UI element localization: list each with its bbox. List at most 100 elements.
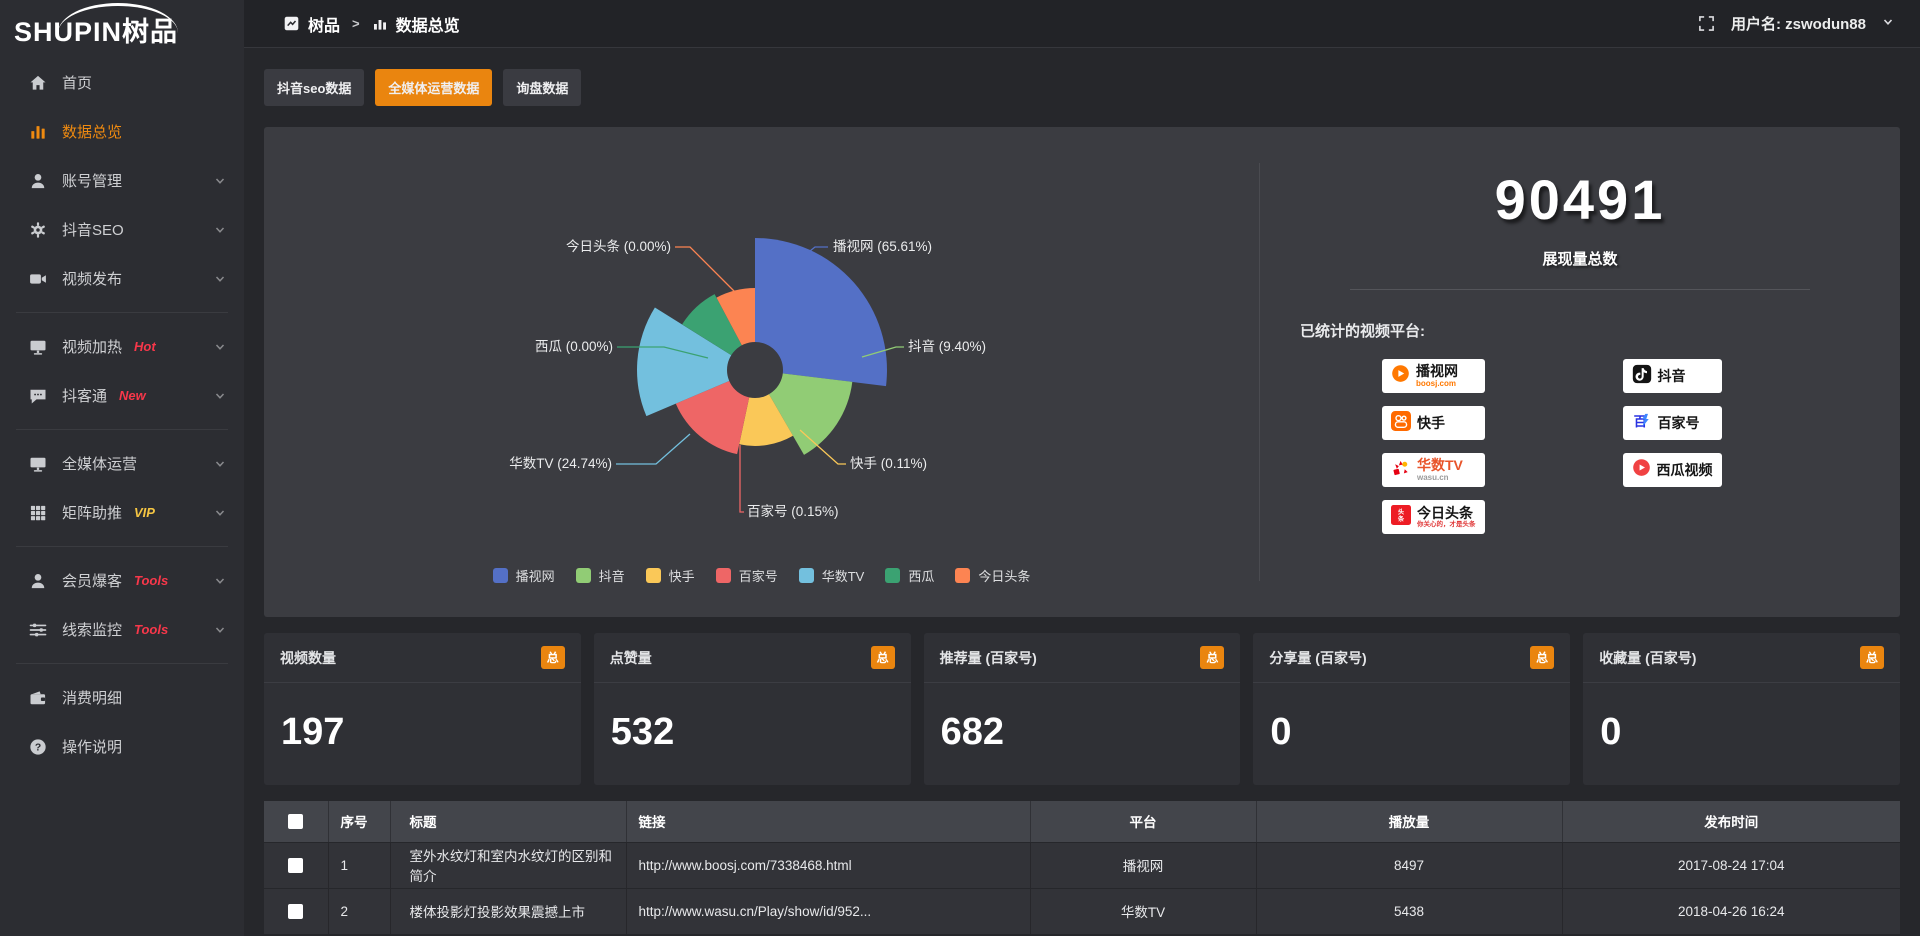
video-title-link[interactable]: 室外水纹灯和室内水纹灯的区别和简介: [390, 842, 626, 888]
table-row: 1室外水纹灯和室内水纹灯的区别和简介http://www.boosj.com/7…: [264, 842, 1900, 888]
sidebar-item-user[interactable]: 账号管理: [0, 156, 244, 205]
sliders-icon: [28, 620, 48, 640]
topbar: 树品 > 数据总览 用户名: zswodun88: [244, 0, 1920, 48]
row-checkbox[interactable]: [288, 858, 303, 873]
column-header-1: 序号: [328, 801, 390, 842]
boosj-logo-icon: [1391, 364, 1410, 388]
sidebar-item-bubble[interactable]: 抖客通New: [0, 371, 244, 420]
sidebar-item-screen[interactable]: 视频加热Hot: [0, 322, 244, 371]
sidebar-item-label: 操作说明: [62, 736, 122, 757]
video-title-link[interactable]: 楼体投影灯投影效果震撼上市: [390, 888, 626, 934]
tab-2[interactable]: 全媒体运营数据: [375, 69, 492, 106]
legend-item-华数TV[interactable]: 华数TV: [799, 566, 865, 585]
sidebar-divider: [16, 312, 228, 313]
table-header-row: 序号标题链接平台播放量发布时间: [264, 801, 1900, 842]
breadcrumb-current[interactable]: 数据总览: [396, 12, 460, 36]
chart-icon: [28, 122, 48, 142]
baijiahao-logo-icon: 百: [1632, 411, 1652, 436]
platform-name: 百家号: [1658, 416, 1700, 430]
stat-card-1: 视频数量总197: [264, 633, 581, 785]
total-badge: 总: [871, 646, 895, 669]
user-chevron-down-icon[interactable]: [1882, 15, 1894, 32]
column-header-3: 链接: [626, 801, 1030, 842]
sidebar: SHUPIN树品 首页数据总览账号管理抖音SEO 视频发布视频加热Hot抖客通Ne…: [0, 0, 244, 936]
stat-card-4: 分享量 (百家号)总0: [1253, 633, 1570, 785]
legend-item-抖音[interactable]: 抖音: [576, 566, 625, 585]
legend-item-百家号[interactable]: 百家号: [716, 566, 778, 585]
breadcrumb-root[interactable]: 树品: [308, 12, 340, 36]
sidebar-item-video[interactable]: 视频发布: [0, 254, 244, 303]
total-badge: 总: [541, 646, 565, 669]
chevron-down-icon: [214, 624, 226, 636]
legend-swatch: [493, 568, 508, 583]
chevron-down-icon: [214, 507, 226, 519]
platform-badge-text: 抖音: [1658, 369, 1686, 383]
platform-name: 播视网: [1416, 364, 1458, 378]
gear-icon: [28, 220, 48, 240]
chevron-down-icon: [214, 273, 226, 285]
fullscreen-icon[interactable]: [1698, 15, 1715, 32]
select-all-checkbox[interactable]: [288, 814, 303, 829]
platform-badge-douyin: 抖音: [1623, 359, 1722, 393]
wasu-logo-icon: [1391, 458, 1411, 483]
platforms-list-label: 已统计的视频平台:: [1300, 320, 1870, 341]
legend-swatch: [716, 568, 731, 583]
sidebar-item-label: 消费明细: [62, 687, 122, 708]
platform-badge-text: 今日头条你关心的，才是头条: [1417, 506, 1476, 529]
stat-card-value: 0: [1583, 683, 1900, 754]
sidebar-item-sliders[interactable]: 线索监控Tools: [0, 605, 244, 654]
video-url-link[interactable]: http://www.wasu.cn/Play/show/id/952...: [626, 888, 1030, 934]
stat-card-value: 532: [594, 683, 911, 754]
username[interactable]: 用户名: zswodun88: [1731, 13, 1866, 34]
pie-label: 播视网 (65.61%): [833, 239, 932, 254]
help-icon: ?: [28, 737, 48, 757]
svg-text:条: 条: [1398, 513, 1405, 522]
row-checkbox-cell: [264, 842, 328, 888]
svg-text:头: 头: [1398, 506, 1405, 515]
sidebar-divider: [16, 546, 228, 547]
stat-card-2: 点赞量总532: [594, 633, 911, 785]
pie-label-line: [616, 434, 690, 464]
video-url-link[interactable]: http://www.boosj.com/7338468.html: [626, 842, 1030, 888]
pie-label: 今日头条 (0.00%): [566, 238, 671, 254]
legend-item-快手[interactable]: 快手: [646, 566, 695, 585]
sidebar-item-label: 视频发布: [62, 268, 122, 289]
sidebar-item-chart[interactable]: 数据总览: [0, 107, 244, 156]
sidebar-item-monitor[interactable]: 全媒体运营: [0, 439, 244, 488]
row-checkbox-cell: [264, 888, 328, 934]
sidebar-item-home[interactable]: 首页: [0, 58, 244, 107]
sidebar-item-grid[interactable]: 矩阵助推VIP: [0, 488, 244, 537]
shupin-mini-icon: [283, 15, 300, 32]
sidebar-item-wallet[interactable]: 消费明细: [0, 673, 244, 722]
row-checkbox[interactable]: [288, 904, 303, 919]
sidebar-item-badge: Tools: [134, 573, 168, 588]
tab-3[interactable]: 询盘数据: [503, 69, 581, 106]
legend-label: 西瓜: [908, 566, 934, 585]
sidebar-item-badge: New: [119, 388, 146, 403]
cell-plays: 5438: [1256, 888, 1562, 934]
sidebar-item-member[interactable]: 会员爆客Tools: [0, 556, 244, 605]
total-impressions-label: 展现量总数: [1290, 248, 1870, 269]
legend-item-西瓜[interactable]: 西瓜: [885, 566, 934, 585]
rose-pie-chart: 播视网 (65.61%)抖音 (9.40%)快手 (0.11%)百家号 (0.1…: [264, 127, 1259, 562]
logo-arc: [58, 3, 178, 33]
chevron-down-icon: [214, 575, 226, 587]
platform-name: 抖音: [1658, 369, 1686, 383]
stat-card-3: 推荐量 (百家号)总682: [924, 633, 1241, 785]
tab-1[interactable]: 抖音seo数据: [264, 69, 364, 106]
sidebar-item-gear[interactable]: 抖音SEO: [0, 205, 244, 254]
total-badge: 总: [1530, 646, 1554, 669]
legend-item-今日头条[interactable]: 今日头条: [955, 566, 1030, 585]
grid-icon: [28, 503, 48, 523]
pie-label-line: [740, 445, 744, 512]
toutiao-logo-icon: 头条: [1391, 505, 1411, 530]
chevron-down-icon: [214, 458, 226, 470]
legend-item-播视网[interactable]: 播视网: [493, 566, 555, 585]
platform-subtitle: boosj.com: [1416, 380, 1458, 388]
stat-card-value: 0: [1253, 683, 1570, 754]
member-icon: [28, 571, 48, 591]
sidebar-item-label: 矩阵助推: [62, 502, 122, 523]
sidebar-item-help[interactable]: ? 操作说明: [0, 722, 244, 771]
stat-card-value: 197: [264, 683, 581, 754]
app-logo[interactable]: SHUPIN树品: [0, 0, 244, 58]
